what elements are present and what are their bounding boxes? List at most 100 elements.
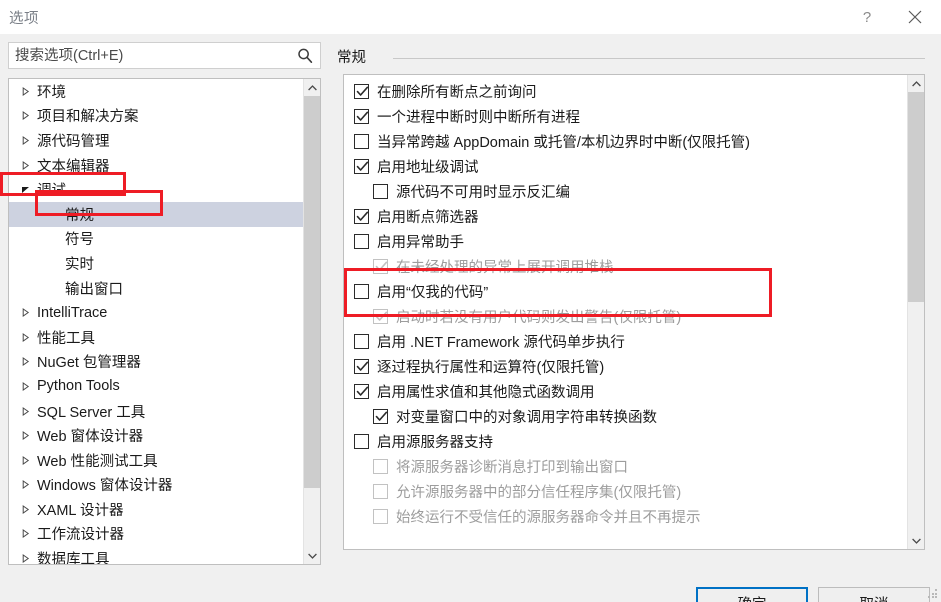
tree-item[interactable]: NuGet 包管理器 [9, 350, 304, 375]
triangle-right-icon[interactable] [19, 527, 32, 540]
options-scroll-down-icon[interactable] [908, 532, 924, 549]
option-row[interactable]: 启用地址级调试 [344, 154, 908, 179]
checkbox-checked[interactable] [354, 359, 369, 374]
checkbox-checked[interactable] [354, 84, 369, 99]
tree-item[interactable]: 输出窗口 [9, 276, 304, 301]
tree-item[interactable]: Web 性能测试工具 [9, 448, 304, 473]
option-row[interactable]: 当异常跨越 AppDomain 或托管/本机边界时中断(仅限托管) [344, 129, 908, 154]
search-box[interactable] [8, 42, 321, 69]
tree-item[interactable]: 源代码管理 [9, 128, 304, 153]
triangle-right-icon[interactable] [19, 503, 32, 516]
tree-item-label: NuGet 包管理器 [37, 355, 141, 372]
option-row[interactable]: 启用异常助手 [344, 229, 908, 254]
tree-item-label: SQL Server 工具 [37, 404, 146, 421]
triangle-down-icon[interactable] [19, 183, 32, 196]
search-icon[interactable] [295, 46, 315, 66]
tree-item[interactable]: IntelliTrace [9, 300, 304, 325]
triangle-right-icon[interactable] [19, 454, 32, 467]
tree-item[interactable]: 环境 [9, 79, 304, 104]
options-tree[interactable]: 环境项目和解决方案源代码管理 文本编辑器 调试常规符号实时输出窗口 IntelliTr… [8, 78, 321, 565]
triangle-right-icon[interactable] [19, 355, 32, 368]
tree-item-label: 性能工具 [37, 330, 95, 347]
tree-item[interactable]: SQL Server 工具 [9, 399, 304, 424]
checkbox-unchecked[interactable] [373, 184, 388, 199]
tree-item[interactable]: Web 窗体设计器 [9, 423, 304, 448]
checkbox-unchecked[interactable] [354, 334, 369, 349]
tree-item-label: XAML 设计器 [37, 502, 124, 519]
option-row[interactable]: 启用断点筛选器 [344, 204, 908, 229]
tree-item-label: 常规 [65, 207, 94, 224]
options-scroll-up-icon[interactable] [908, 75, 924, 92]
checkbox-checked[interactable] [354, 159, 369, 174]
tree-item-label: Web 性能测试工具 [37, 453, 158, 470]
option-row[interactable]: 逐过程执行属性和运算符(仅限托管) [344, 354, 908, 379]
option-row[interactable]: 启用“仅我的代码” [344, 279, 908, 304]
options-dialog: 选项 ? 环境项目和解决方案源代码管理文本编辑器调试常 [0, 0, 941, 602]
triangle-right-icon[interactable] [19, 405, 32, 418]
checkbox-checked[interactable] [354, 109, 369, 124]
tree-item[interactable]: 工作流设计器 [9, 522, 304, 547]
cancel-button[interactable]: 取消 [818, 587, 930, 602]
option-row[interactable]: 启用源服务器支持 [344, 429, 908, 454]
checkbox-unchecked [373, 484, 388, 499]
tree-item[interactable]: Python Tools [9, 374, 304, 399]
options-scroll-thumb[interactable] [908, 92, 924, 302]
tree-item[interactable]: 数据库工具 [9, 546, 304, 564]
tree-item[interactable]: Windows 窗体设计器 [9, 473, 304, 498]
checkbox-unchecked[interactable] [354, 134, 369, 149]
option-label: 启用 .NET Framework 源代码单步执行 [377, 335, 625, 351]
option-row: 在未经处理的异常上展开调用堆栈 [344, 254, 908, 279]
option-label: 启用地址级调试 [377, 160, 479, 176]
option-label: 启动时若没有用户代码则发出警告(仅限托管) [396, 310, 682, 326]
option-label: 启用“仅我的代码” [377, 285, 489, 301]
tree-item[interactable]: 符号 [9, 227, 304, 252]
checkbox-unchecked[interactable] [354, 284, 369, 299]
checkbox-unchecked[interactable] [354, 234, 369, 249]
close-button[interactable] [893, 0, 937, 34]
option-row[interactable]: 对变量窗口中的对象调用字符串转换函数 [344, 404, 908, 429]
triangle-right-icon[interactable] [19, 109, 32, 122]
triangle-right-icon[interactable] [19, 380, 32, 393]
resize-grip[interactable] [928, 589, 938, 599]
ok-button[interactable]: 确定 [696, 587, 808, 602]
search-input[interactable] [9, 43, 291, 68]
options-scrollbar[interactable] [907, 75, 924, 549]
option-row[interactable]: 源代码不可用时显示反汇编 [344, 179, 908, 204]
checkbox-checked[interactable] [354, 209, 369, 224]
title-bar: 选项 ? [0, 0, 941, 34]
checkbox-unchecked[interactable] [354, 434, 369, 449]
tree-item[interactable]: 实时 [9, 251, 304, 276]
triangle-right-icon[interactable] [19, 331, 32, 344]
tree-item[interactable]: 性能工具 [9, 325, 304, 350]
tree-item-label: 项目和解决方案 [37, 109, 139, 126]
option-label: 源代码不可用时显示反汇编 [396, 185, 570, 201]
triangle-right-icon[interactable] [19, 306, 32, 319]
option-row[interactable]: 在删除所有断点之前询问 [344, 79, 908, 104]
option-row[interactable]: 启用 .NET Framework 源代码单步执行 [344, 329, 908, 354]
tree-item-label: Windows 窗体设计器 [37, 478, 173, 495]
help-button[interactable]: ? [845, 0, 889, 34]
tree-item[interactable]: XAML 设计器 [9, 497, 304, 522]
tree-item[interactable]: 常规 [9, 201, 304, 227]
triangle-right-icon[interactable] [19, 429, 32, 442]
triangle-right-icon[interactable] [19, 552, 32, 564]
tree-scroll-down-icon[interactable] [304, 547, 320, 564]
tree-scrollbar[interactable] [303, 79, 320, 564]
triangle-right-icon[interactable] [19, 85, 32, 98]
tree-scroll-up-icon[interactable] [304, 79, 320, 96]
ok-button-label: 确定 [738, 593, 767, 602]
tree-item[interactable]: 调试 [9, 177, 304, 202]
option-row[interactable]: 一个进程中断时则中断所有进程 [344, 104, 908, 129]
checkbox-checked[interactable] [373, 409, 388, 424]
checkbox-checked[interactable] [354, 384, 369, 399]
tree-scroll-thumb[interactable] [304, 96, 320, 488]
triangle-right-icon[interactable] [19, 478, 32, 491]
options-list-panel[interactable]: 在删除所有断点之前询问 一个进程中断时则中断所有进程 当异常跨越 AppDomain… [343, 74, 925, 550]
triangle-right-icon[interactable] [19, 134, 32, 147]
option-label: 启用异常助手 [377, 235, 464, 251]
tree-item-label: 实时 [65, 256, 94, 273]
tree-item[interactable]: 项目和解决方案 [9, 104, 304, 129]
tree-item[interactable]: 文本编辑器 [9, 153, 304, 178]
triangle-right-icon[interactable] [19, 159, 32, 172]
option-row[interactable]: 启用属性求值和其他隐式函数调用 [344, 379, 908, 404]
